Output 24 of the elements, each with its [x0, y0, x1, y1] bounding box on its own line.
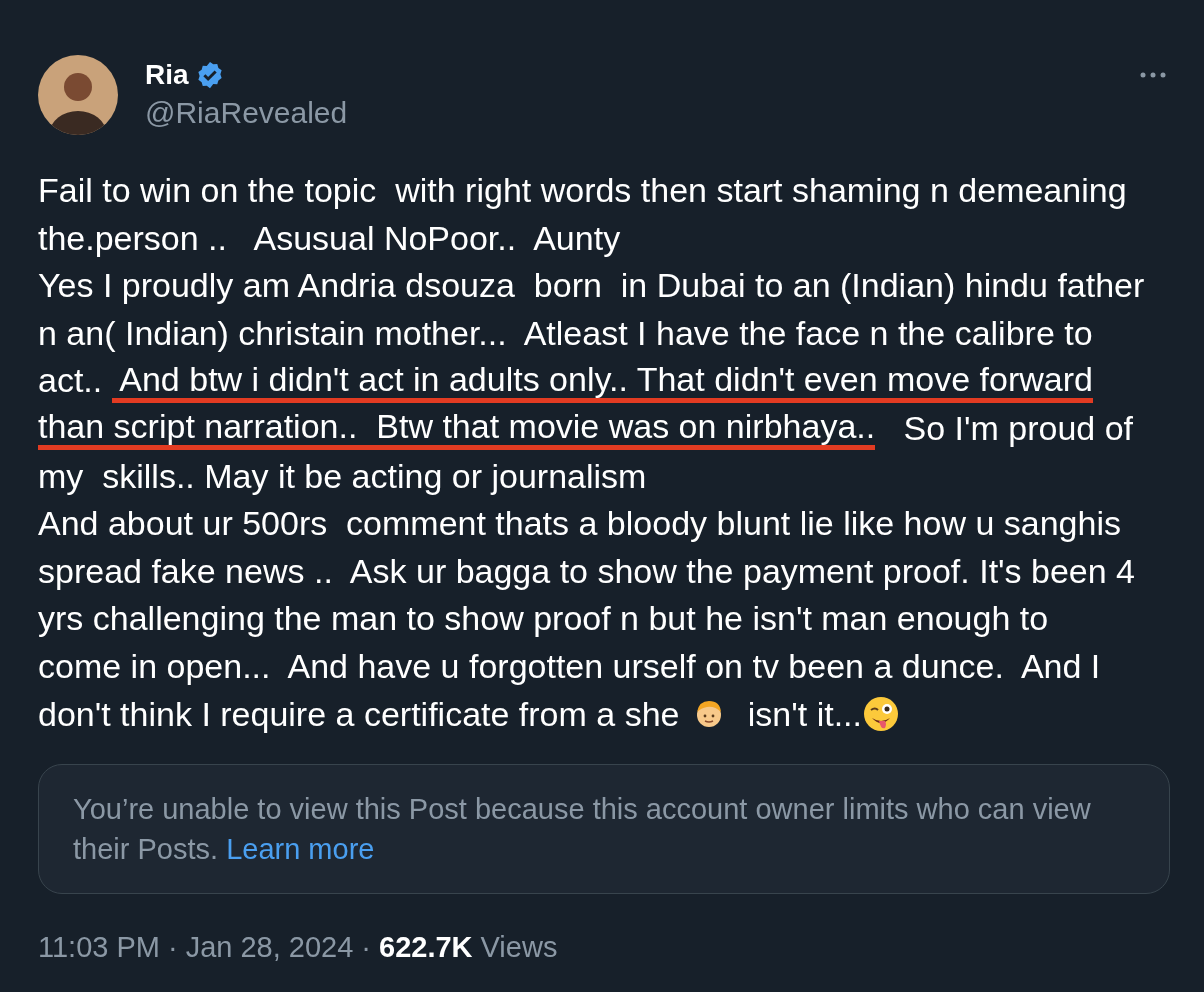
- author-handle[interactable]: @RiaRevealed: [145, 95, 348, 131]
- views-count: 622.7K: [379, 930, 473, 966]
- author-name[interactable]: Ria: [145, 54, 189, 96]
- post-text-line: n an( Indian) christain mother... Atleast I have the face n the calibre to: [38, 312, 1094, 354]
- separator-dot: ·: [168, 930, 178, 966]
- post-text-line: don't think I require a certificate from a she isn't it...: [38, 690, 1170, 739]
- winking-tongue-emoji-icon: [862, 695, 900, 734]
- more-options-icon[interactable]: [1140, 71, 1166, 79]
- post-text-line: spread fake news .. Ask ur bagga to show the payment proof. It's been 4: [38, 550, 1137, 592]
- views-label: Views: [480, 930, 558, 966]
- notice-text: You’re unable to view this Post because this account owner limits who can view their Posts. Learn more: [73, 792, 1092, 868]
- post-text-line: than script narration.. Btw that movie was on nirbhaya.. So I'm proud of: [38, 404, 1170, 453]
- post-text-line: Fail to win on the topic with right words then start shaming n demeaning: [38, 170, 1128, 211]
- learn-more-link[interactable]: Learn more: [226, 833, 375, 866]
- post-text-line: the.person .. Asusual NoPoor.. Aunty: [38, 217, 622, 259]
- post-text-line: my skills.. May it be acting or journalism: [38, 455, 648, 497]
- post-text-line: yrs challenging the man to show proof n but he isn't man enough to: [38, 598, 1050, 640]
- post-time[interactable]: 11:03 PM: [38, 926, 160, 970]
- post-text-line: Yes I proudly am Andria dsouza born in Dubai to an (Indian) hindu father: [38, 265, 1146, 307]
- post-date[interactable]: Jan 28, 2024: [185, 926, 354, 970]
- post-text-line: And about ur 500rs comment thats a bloody blunt lie like how u sanghis: [38, 503, 1122, 545]
- post-text-line: act.. And btw i didn't act in adults only.. That didn't even move forward: [38, 357, 1170, 405]
- post-text-line: come in open... And have u forgotten urself on tv been a dunce. And I: [38, 645, 1102, 687]
- separator-dot: ·: [361, 930, 372, 966]
